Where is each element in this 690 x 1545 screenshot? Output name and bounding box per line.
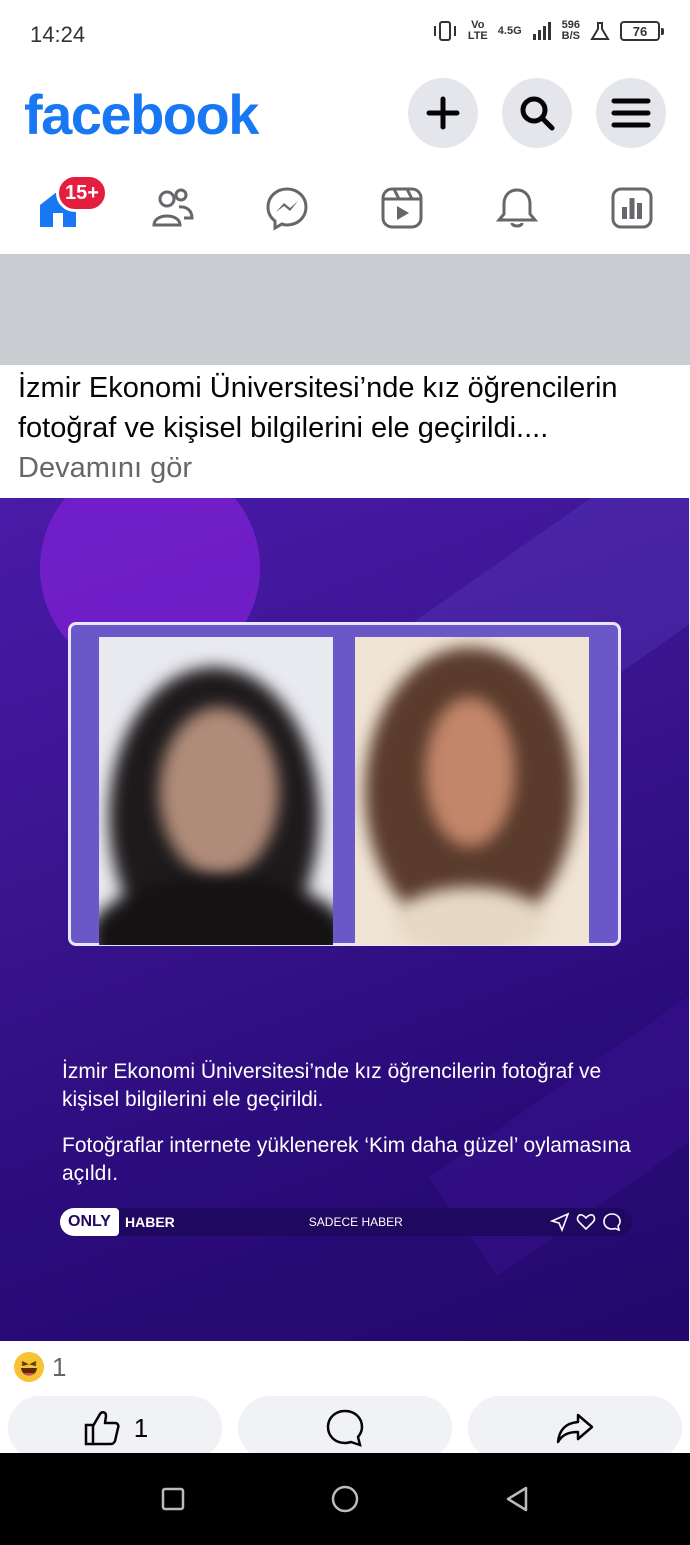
tab-friends[interactable]: [144, 180, 200, 236]
nav-tabs: 15+: [0, 170, 690, 254]
volte-indicator: Vo LTE: [468, 20, 488, 42]
comment-button[interactable]: [238, 1396, 452, 1460]
home-notification-badge: 15+: [56, 174, 108, 212]
volte-bottom: LTE: [467, 30, 488, 42]
signal-icon: [532, 22, 551, 40]
recent-apps-button[interactable]: [157, 1483, 189, 1515]
create-button[interactable]: [408, 78, 478, 148]
haha-emoji-icon: [14, 1352, 44, 1382]
brand-haber-label: HABER: [124, 1214, 175, 1230]
photo-frame: [68, 622, 621, 946]
brand-social-icons: [550, 1212, 622, 1232]
post-caption[interactable]: İzmir Ekonomi Üniversitesi’nde kız öğren…: [18, 368, 678, 488]
facebook-feed-screen: 14:24 Vo LTE 4.5G 596 B/S 76 facebook 15…: [0, 0, 690, 1545]
comment-bubble-icon: [603, 1213, 621, 1232]
send-icon: [550, 1212, 570, 1232]
blurred-photo-left: [99, 637, 333, 945]
status-bar: 14:24 Vo LTE 4.5G 596 B/S 76: [0, 0, 690, 70]
video-icon: [381, 187, 423, 229]
tab-notifications[interactable]: [489, 180, 545, 236]
feed-separator: [0, 257, 690, 365]
network-speed: 596 B/S: [562, 20, 580, 42]
circle-icon: [331, 1485, 359, 1513]
share-icon: [556, 1413, 594, 1444]
square-icon: [161, 1487, 185, 1511]
home-system-button[interactable]: [329, 1483, 361, 1515]
search-button[interactable]: [502, 78, 572, 148]
brand-only-label: ONLY: [60, 1208, 119, 1236]
reaction-count: 1: [52, 1351, 67, 1382]
menu-button[interactable]: [596, 78, 666, 148]
like-button[interactable]: 1: [8, 1396, 222, 1460]
tab-video[interactable]: [374, 180, 430, 236]
image-headline-2: Fotoğraflar internete yüklenerek ‘Kim da…: [62, 1134, 631, 1185]
thumbs-up-icon: [84, 1411, 120, 1446]
back-triangle-icon: [506, 1486, 528, 1512]
search-icon: [520, 96, 555, 131]
comment-icon: [326, 1409, 364, 1447]
post-image[interactable]: İzmir Ekonomi Üniversitesi’nde kız öğren…: [0, 498, 689, 1341]
facebook-logo[interactable]: facebook: [24, 82, 259, 147]
data-type: 4.5G: [497, 24, 522, 37]
speed-unit: B/S: [561, 30, 580, 42]
reaction-summary[interactable]: 1: [14, 1350, 66, 1384]
plus-icon: [426, 96, 460, 130]
image-headline: İzmir Ekonomi Üniversitesi’nde kız öğren…: [62, 1058, 642, 1206]
status-time: 14:24: [30, 22, 86, 47]
status-icons: Vo LTE 4.5G 596 B/S 76: [432, 20, 664, 42]
dashboard-icon: [611, 187, 653, 229]
see-more-link[interactable]: Devamını gör: [18, 452, 192, 484]
back-button[interactable]: [501, 1483, 533, 1515]
system-navigation-bar: [0, 1453, 690, 1545]
messenger-icon: [266, 187, 308, 231]
top-header: facebook: [0, 70, 690, 160]
like-count: 1: [133, 1412, 149, 1443]
tab-messenger[interactable]: [259, 180, 315, 236]
menu-icon: [611, 98, 651, 128]
brand-tagline: SADECE HABER: [308, 1215, 403, 1229]
blurred-photo-right: [355, 637, 589, 945]
tab-dashboard[interactable]: [604, 180, 660, 236]
notifications-icon: [495, 188, 539, 228]
friends-icon: [152, 188, 194, 227]
vibrate-icon: [433, 21, 456, 41]
image-headline-1: İzmir Ekonomi Üniversitesi’nde kız öğren…: [62, 1060, 602, 1111]
post-caption-text: İzmir Ekonomi Üniversitesi’nde kız öğren…: [18, 372, 618, 444]
share-button[interactable]: [468, 1396, 682, 1460]
battery-indicator: 76: [620, 21, 664, 41]
news-brand-bar: ONLY HABER SADECE HABER: [60, 1208, 632, 1236]
heart-icon: [576, 1214, 596, 1231]
flask-icon: [590, 22, 610, 40]
